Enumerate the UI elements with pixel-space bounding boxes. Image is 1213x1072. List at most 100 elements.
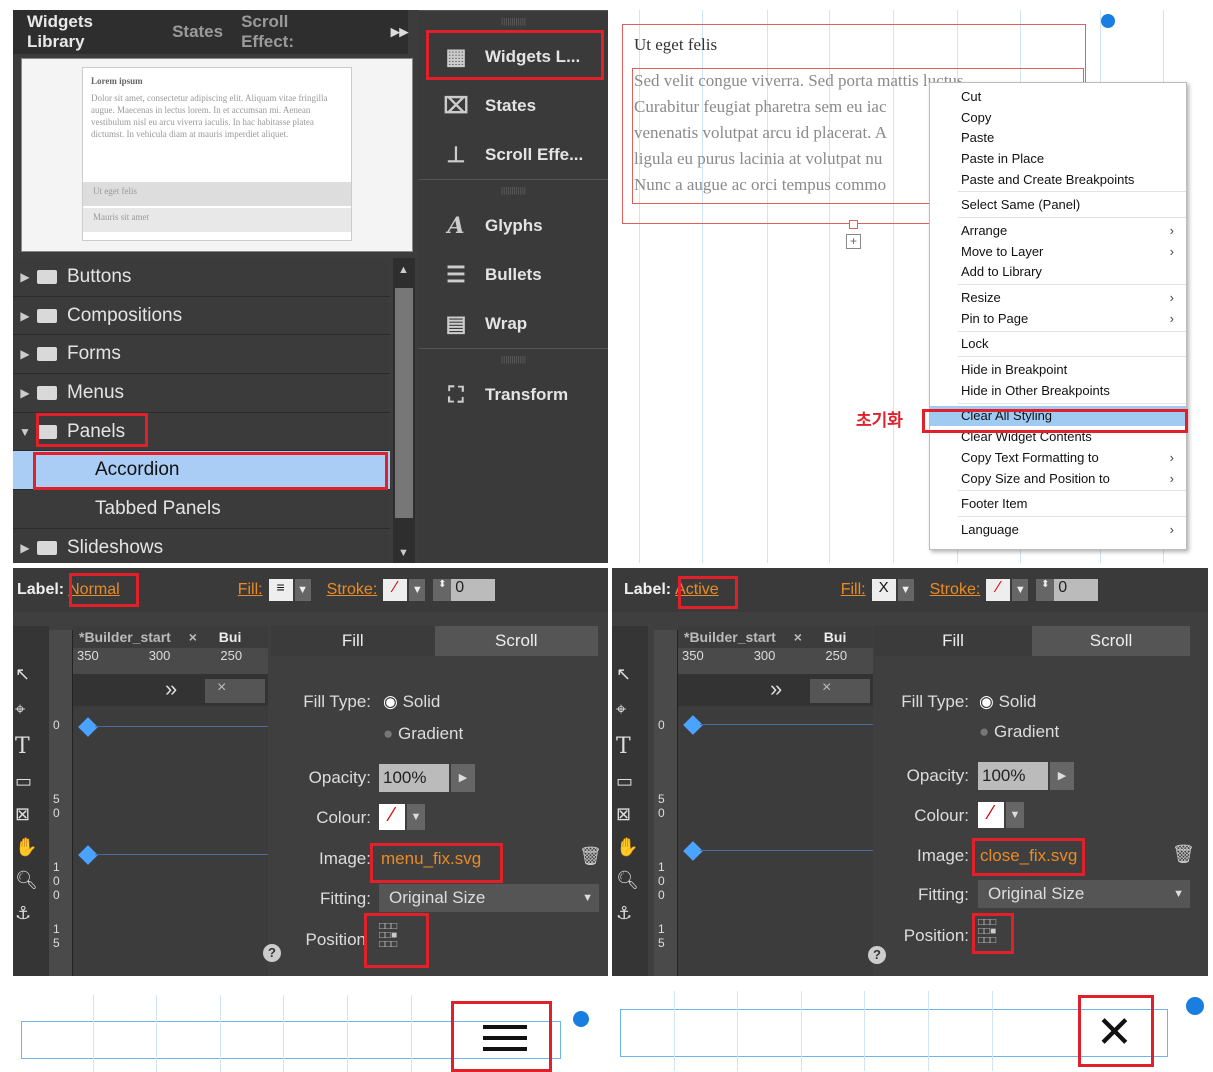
menu-lock[interactable]: Lock xyxy=(930,334,1186,355)
gradient-radio[interactable]: ● Gradient xyxy=(979,722,1059,742)
image-file-link[interactable]: close_fix.svg xyxy=(980,846,1077,866)
breakpoint-marker-icon[interactable] xyxy=(683,715,703,735)
stroke-dropdown-icon[interactable]: ▼ xyxy=(409,579,426,601)
tab-widgets-library[interactable]: Widgets Library xyxy=(27,12,154,52)
stroke-width-input[interactable]: 0 xyxy=(1054,579,1099,601)
blue-marker-icon[interactable] xyxy=(1186,997,1204,1015)
solid-radio[interactable]: ◉ Solid xyxy=(979,692,1036,712)
menu-clear-widget-contents[interactable]: Clear Widget Contents xyxy=(930,426,1186,447)
crop-tool-icon[interactable]: ⌖ xyxy=(616,699,648,720)
fill-link[interactable]: Fill: xyxy=(238,581,263,599)
expand-icon[interactable]: » xyxy=(770,676,782,702)
fitting-select[interactable]: Original Size ▼ xyxy=(379,884,599,912)
tool-scroll-effects[interactable]: ⊥ Scroll Effe... xyxy=(419,130,608,179)
anchor-tool-icon[interactable]: ⚓︎ xyxy=(15,903,49,924)
stroke-stepper[interactable]: ⬍ xyxy=(433,579,452,601)
tree-item-panels[interactable]: ▼ Panels xyxy=(13,412,390,452)
tree-item-tabbed-panels[interactable]: Tabbed Panels xyxy=(13,490,390,529)
expand-arrow-icon[interactable]: ▶ xyxy=(13,541,37,555)
menu-paste-create-breakpoints[interactable]: Paste and Create Breakpoints xyxy=(930,169,1186,190)
tab-scroll[interactable]: Scroll xyxy=(1032,626,1190,656)
fill-swatch[interactable]: ≡ xyxy=(268,579,293,601)
fitting-select[interactable]: Original Size ▼ xyxy=(978,880,1190,908)
tab-fill[interactable]: Fill xyxy=(271,626,435,656)
menu-arrange[interactable]: Arrange › xyxy=(930,220,1186,241)
stroke-dropdown-icon[interactable]: ▼ xyxy=(1012,579,1029,601)
tool-widgets-library[interactable]: ▦ Widgets L... xyxy=(419,32,608,81)
tab-states[interactable]: States xyxy=(172,22,223,42)
gradient-radio[interactable]: ● Gradient xyxy=(383,724,463,744)
hand-tool-icon[interactable]: ✋ xyxy=(616,837,648,858)
select-tool-icon[interactable]: ↖ xyxy=(616,664,648,685)
opacity-slider-icon[interactable]: ▶ xyxy=(451,764,475,792)
fill-dropdown-icon[interactable]: ▼ xyxy=(294,579,311,601)
expand-icon[interactable]: » xyxy=(165,676,177,702)
menu-move-to-layer[interactable]: Move to Layer › xyxy=(930,241,1186,262)
solid-radio[interactable]: ◉ Solid xyxy=(383,692,440,712)
tool-wrap[interactable]: ▤ Wrap xyxy=(419,299,608,348)
menu-copy-size-position[interactable]: Copy Size and Position to › xyxy=(930,468,1186,489)
rectangle-tool-icon[interactable]: ▭ xyxy=(616,771,648,792)
label-value[interactable]: Normal xyxy=(68,581,120,599)
crop-tool-icon[interactable]: ⌖ xyxy=(15,699,49,720)
zoom-tool-icon[interactable]: 🔍︎ xyxy=(15,870,49,891)
tree-item-slideshows[interactable]: ▶ Slideshows xyxy=(13,528,390,563)
menu-copy-text-formatting[interactable]: Copy Text Formatting to › xyxy=(930,447,1186,468)
position-grid-icon[interactable]: □□□ □□■ □□□ xyxy=(379,922,397,950)
expand-arrow-icon[interactable]: ▶ xyxy=(13,309,37,323)
opacity-input[interactable]: 100% xyxy=(978,762,1048,790)
menu-language[interactable]: Language › xyxy=(930,519,1186,540)
panel-expand-icon[interactable]: ▸▸ xyxy=(391,22,408,42)
menu-hide-in-breakpoint[interactable]: Hide in Breakpoint xyxy=(930,359,1186,380)
blue-marker-icon[interactable] xyxy=(573,1011,589,1027)
colour-dropdown-icon[interactable]: ▼ xyxy=(1006,802,1024,828)
colour-swatch[interactable]: ⁄ xyxy=(379,804,405,830)
tree-item-accordion[interactable]: Accordion xyxy=(13,451,390,491)
add-icon[interactable]: + xyxy=(846,234,861,249)
text-tool-icon[interactable]: T xyxy=(616,734,648,759)
tool-states[interactable]: ⌧ States xyxy=(419,81,608,130)
close-icon[interactable]: × xyxy=(205,679,265,703)
collapse-arrow-icon[interactable]: ▼ xyxy=(13,425,37,439)
menu-select-same[interactable]: Select Same (Panel) xyxy=(930,194,1186,215)
menu-pin-to-page[interactable]: Pin to Page › xyxy=(930,308,1186,329)
hand-tool-icon[interactable]: ✋ xyxy=(15,837,49,858)
opacity-input[interactable]: 100% xyxy=(379,764,449,792)
doc-tab[interactable]: *Builder_start × Bui xyxy=(73,626,268,648)
hamburger-menu-icon[interactable] xyxy=(483,1025,527,1051)
opacity-slider-icon[interactable]: ▶ xyxy=(1050,762,1074,790)
scroll-up-icon[interactable]: ▲ xyxy=(398,264,409,276)
tool-transform[interactable]: ⛶ Transform xyxy=(419,370,608,419)
breakpoint-marker-icon[interactable] xyxy=(683,841,703,861)
position-grid-icon[interactable]: □□□ □□■ □□□ xyxy=(978,918,996,946)
menu-paste[interactable]: Paste xyxy=(930,127,1186,148)
doc-tab[interactable]: *Builder_start × Bui xyxy=(678,626,873,648)
breakpoint-marker-icon[interactable] xyxy=(78,717,98,737)
trash-icon[interactable]: 🗑︎ xyxy=(1172,844,1195,865)
tree-item-forms[interactable]: ▶ Forms xyxy=(13,335,390,375)
stroke-swatch[interactable]: ⁄ xyxy=(383,579,408,601)
expand-arrow-icon[interactable]: ▶ xyxy=(13,270,37,284)
stroke-width-input[interactable]: 0 xyxy=(451,579,496,601)
close-x-icon[interactable]: ✕ xyxy=(1096,1007,1133,1058)
scroll-down-icon[interactable]: ▼ xyxy=(398,547,409,559)
colour-swatch[interactable]: ⁄ xyxy=(978,802,1004,828)
colour-dropdown-icon[interactable]: ▼ xyxy=(407,804,425,830)
stroke-link[interactable]: Stroke: xyxy=(327,581,378,599)
image-file-link[interactable]: menu_fix.svg xyxy=(381,849,481,869)
zoom-tool-icon[interactable]: 🔍︎ xyxy=(616,870,648,891)
tree-item-buttons[interactable]: ▶ Buttons xyxy=(13,258,390,297)
tab-scroll-effects[interactable]: Scroll Effect: xyxy=(241,12,345,52)
help-icon[interactable]: ? xyxy=(868,946,886,964)
image-frame-tool-icon[interactable]: ⊠ xyxy=(15,804,49,825)
close-tab-icon[interactable]: × xyxy=(189,629,197,645)
close-tab-icon[interactable]: × xyxy=(794,629,802,645)
tree-scrollbar[interactable]: ▲ ▼ xyxy=(393,258,415,563)
menu-hide-in-other-breakpoints[interactable]: Hide in Other Breakpoints xyxy=(930,380,1186,401)
menu-paste-in-place[interactable]: Paste in Place xyxy=(930,148,1186,169)
fill-dropdown-icon[interactable]: ▼ xyxy=(897,579,914,601)
menu-footer-item[interactable]: Footer Item xyxy=(930,493,1186,514)
close-icon[interactable]: × xyxy=(810,679,870,703)
stroke-link[interactable]: Stroke: xyxy=(930,581,981,599)
fill-swatch[interactable]: X xyxy=(871,579,896,601)
